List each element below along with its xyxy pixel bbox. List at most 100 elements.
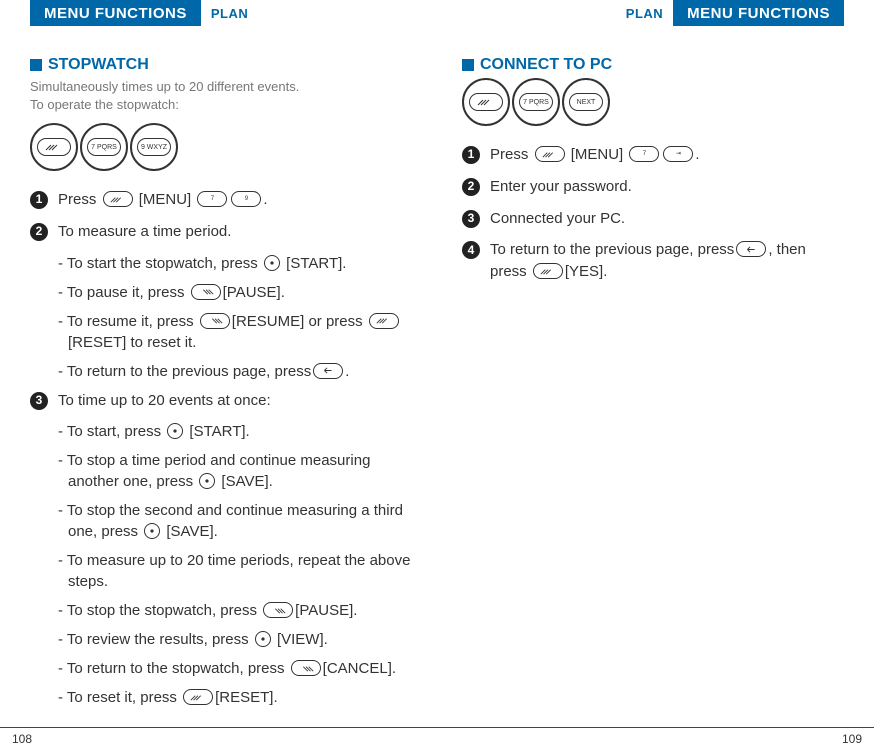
page-number-left: 108 — [12, 732, 32, 746]
softkey-icon — [103, 191, 133, 207]
key7-icon: 7 PQRS — [87, 138, 121, 156]
step-badge-1: 1 — [30, 191, 48, 209]
sub-2c: - To resume it, press [RESUME] or press … — [58, 311, 412, 353]
step-badge-1: 1 — [462, 146, 480, 164]
nav-center-icon — [255, 631, 271, 647]
r1-suffix: . — [695, 146, 699, 163]
header-plan-left: PLAN — [201, 0, 258, 26]
key-sequence-connect: 7 PQRS NEXT — [462, 78, 844, 126]
r-step-3: 3 Connected your PC. — [462, 208, 844, 230]
intro-line2: To operate the stopwatch: — [30, 97, 179, 112]
back-key-icon — [313, 363, 343, 379]
s2d-post: . — [345, 363, 349, 380]
sub-3c: - To stop the second and continue measur… — [58, 500, 412, 542]
step-badge-3: 3 — [30, 392, 48, 410]
r-step-4: 4 To return to the previous page, press,… — [462, 239, 844, 283]
softkey-icon — [535, 146, 565, 162]
r-step-1-text: Press [MENU] 7⇥. — [490, 144, 844, 166]
sub-3f: - To review the results, press [VIEW]. — [58, 629, 412, 650]
right-page: PLAN MENU FUNCTIONS CONNECT TO PC 7 PQRS… — [437, 0, 874, 754]
key-sequence-stopwatch: 7 PQRS 9 WXYZ — [30, 123, 412, 171]
s2d-pre: - To return to the previous page, press — [58, 363, 311, 380]
right-softkey-icon — [200, 313, 230, 329]
r4-post: [YES]. — [565, 263, 608, 280]
sub-3d: - To measure up to 20 time periods, repe… — [58, 550, 412, 592]
s2a-post: [START]. — [282, 255, 346, 272]
s3e-post: [PAUSE]. — [295, 602, 357, 619]
key7-icon: 7 PQRS — [519, 93, 553, 111]
r1-prefix: Press — [490, 146, 528, 163]
step-1-text: Press [MENU] 79. — [58, 189, 412, 211]
s2b-pre: - To pause it, press — [58, 284, 189, 301]
key7-icon: 7 — [629, 146, 659, 162]
header-plan-right: PLAN — [616, 0, 673, 26]
r-step-3-text: Connected your PC. — [490, 208, 844, 230]
sub-3g: - To return to the stopwatch, press [CAN… — [58, 658, 412, 679]
step-badge-2: 2 — [30, 223, 48, 241]
s2c-post: [RESET] to reset it. — [68, 334, 196, 351]
sub-2a: - To start the stopwatch, press [START]. — [58, 253, 412, 274]
header-menu-functions-right: MENU FUNCTIONS — [673, 0, 844, 26]
nav-center-icon — [167, 423, 183, 439]
step1-prefix: Press — [58, 191, 96, 208]
step1-suffix: . — [263, 191, 267, 208]
page-spread: MENU FUNCTIONS PLAN STOPWATCH Simultaneo… — [0, 0, 874, 754]
s3e-pre: - To stop the stopwatch, press — [58, 602, 261, 619]
sub-3h: - To reset it, press [RESET]. — [58, 687, 412, 708]
section-title-text: STOPWATCH — [48, 56, 149, 74]
keynext-icon: NEXT — [569, 93, 603, 111]
softkey-circle-icon — [462, 78, 510, 126]
s3a-pre: - To start, press — [58, 423, 165, 440]
key7-circle-icon: 7 PQRS — [512, 78, 560, 126]
section-title-stopwatch: STOPWATCH — [30, 56, 412, 74]
s2a-pre: - To start the stopwatch, press — [58, 255, 262, 272]
square-bullet-icon — [30, 59, 42, 71]
right-header: PLAN MENU FUNCTIONS — [462, 0, 844, 26]
s3c-post: [SAVE]. — [162, 523, 218, 540]
section-title-connect: CONNECT TO PC — [462, 56, 844, 74]
softkey-icon — [183, 689, 213, 705]
sub-3a: - To start, press [START]. — [58, 421, 412, 442]
step-2-text: To measure a time period. — [58, 221, 412, 243]
s2b-post: [PAUSE]. — [223, 284, 285, 301]
intro-line1: Simultaneously times up to 20 different … — [30, 79, 299, 94]
step-3: 3 To time up to 20 events at once: — [30, 390, 412, 412]
step-badge-3: 3 — [462, 210, 480, 228]
sub-2b: - To pause it, press [PAUSE]. — [58, 282, 412, 303]
s3h-pre: - To reset it, press — [58, 689, 181, 706]
s3b-pre: - To stop a time period and continue mea… — [58, 452, 370, 490]
s2c-pre: - To resume it, press — [58, 313, 198, 330]
step-badge-4: 4 — [462, 241, 480, 259]
r-step-4-text: To return to the previous page, press, t… — [490, 239, 844, 283]
s3g-post: [CANCEL]. — [323, 660, 396, 677]
footer-rule-right — [437, 727, 874, 728]
key7-circle-icon: 7 PQRS — [80, 123, 128, 171]
section-title-text: CONNECT TO PC — [480, 56, 612, 74]
sub-3b: - To stop a time period and continue mea… — [58, 450, 412, 492]
nav-center-icon — [264, 255, 280, 271]
s3a-post: [START]. — [185, 423, 249, 440]
keynext-icon: ⇥ — [663, 146, 693, 162]
r1-mid: [MENU] — [571, 146, 624, 163]
softkey-circle-icon — [30, 123, 78, 171]
nav-center-icon — [199, 473, 215, 489]
key9-icon: 9 WXYZ — [137, 138, 171, 156]
s3f-post: [VIEW]. — [273, 631, 328, 648]
s2c-mid: [RESUME] or press — [232, 313, 367, 330]
r-step-1: 1 Press [MENU] 7⇥. — [462, 144, 844, 166]
sub-2d: - To return to the previous page, press. — [58, 361, 412, 382]
left-page: MENU FUNCTIONS PLAN STOPWATCH Simultaneo… — [0, 0, 437, 754]
nav-center-icon — [144, 523, 160, 539]
back-key-icon — [736, 241, 766, 257]
key7-icon: 7 — [197, 191, 227, 207]
footer-rule-left — [0, 727, 437, 728]
right-softkey-icon — [191, 284, 221, 300]
s3g-pre: - To return to the stopwatch, press — [58, 660, 289, 677]
step-3-text: To time up to 20 events at once: — [58, 390, 412, 412]
r-step-2: 2 Enter your password. — [462, 176, 844, 198]
key9-icon: 9 — [231, 191, 261, 207]
step-2: 2 To measure a time period. — [30, 221, 412, 243]
s3c-pre: - To stop the second and continue measur… — [58, 502, 403, 540]
header-menu-functions-left: MENU FUNCTIONS — [30, 0, 201, 26]
softkey-icon — [533, 263, 563, 279]
